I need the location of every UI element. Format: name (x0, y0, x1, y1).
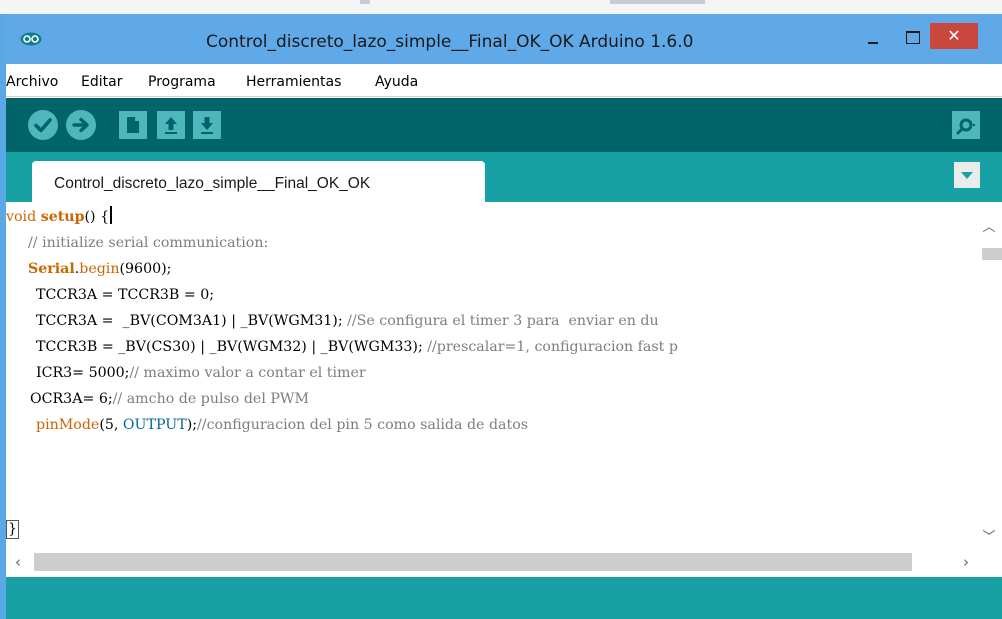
minimize-button[interactable] (860, 26, 886, 52)
save-button[interactable] (193, 110, 221, 140)
cursor-bracket: { (100, 209, 110, 225)
close-icon: ✕ (947, 26, 961, 45)
menu-archivo[interactable]: Archivo (6, 64, 58, 97)
tab-sketch[interactable]: Control_discreto_lazo_simple__Final_OK_O… (32, 161, 485, 202)
keyword-void: void (6, 209, 37, 225)
code-editor[interactable]: void setup() { // initialize serial comm… (6, 202, 1002, 575)
horizontal-scrollbar[interactable]: ‹ › (6, 549, 1002, 575)
window-title: Control_discreto_lazo_simple__Final_OK_O… (206, 32, 694, 52)
close-button[interactable]: ✕ (930, 23, 978, 49)
matched-bracket: } (6, 519, 20, 539)
scroll-left-icon[interactable]: ‹ (10, 553, 26, 571)
desktop-background (0, 0, 1002, 14)
scroll-up-icon[interactable]: ︿ (981, 220, 997, 236)
right-arrow-icon (66, 110, 96, 140)
code-line-9: pinMode(5, OUTPUT);//configuracion del p… (36, 417, 529, 433)
upload-button[interactable] (66, 110, 96, 140)
code-line-7: ICR3= 5000;// maximo valor a contar el t… (36, 365, 366, 381)
tab-bar: Control_discreto_lazo_simple__Final_OK_O… (6, 152, 1002, 202)
verify-button[interactable] (28, 110, 58, 140)
code-line-4: TCCR3A = TCCR3B = 0; (36, 287, 215, 303)
new-document-icon (119, 111, 147, 139)
scroll-right-icon[interactable]: › (958, 553, 974, 571)
title-bar[interactable]: Control_discreto_lazo_simple__Final_OK_O… (6, 14, 1002, 64)
code-line-2: // initialize serial communication: (28, 235, 269, 251)
menu-editar[interactable]: Editar (81, 64, 122, 97)
up-arrow-icon (157, 111, 185, 139)
toolbar (6, 98, 1002, 152)
menu-herramientas[interactable]: Herramientas (246, 64, 341, 97)
vertical-scroll-thumb[interactable] (982, 248, 1002, 260)
maximize-button[interactable] (900, 26, 926, 52)
text-cursor (110, 206, 113, 224)
code-line-1: void setup() { (6, 204, 113, 230)
down-arrow-icon (193, 111, 221, 139)
code-line-3: Serial.begin(9600); (28, 261, 172, 277)
open-button[interactable] (157, 110, 185, 140)
new-button[interactable] (119, 110, 147, 140)
menu-ayuda[interactable]: Ayuda (375, 64, 418, 97)
menu-bar: Archivo Editar Programa Herramientas Ayu… (6, 64, 1002, 97)
scroll-down-icon[interactable]: ﹀ (981, 530, 997, 546)
checkmark-icon (28, 110, 58, 140)
serial-monitor-button[interactable] (952, 110, 980, 140)
vertical-scrollbar[interactable]: ︿ ﹀ (976, 202, 1002, 549)
menu-programa[interactable]: Programa (148, 64, 216, 97)
horizontal-scroll-thumb[interactable] (34, 553, 912, 571)
tab-menu-dropdown[interactable] (954, 162, 980, 188)
arduino-logo-icon (20, 32, 42, 46)
arduino-ide-window: Control_discreto_lazo_simple__Final_OK_O… (6, 14, 1002, 619)
status-console-area (6, 577, 1002, 619)
magnifier-icon (952, 111, 980, 139)
code-line-12: } (6, 516, 20, 542)
code-line-6: TCCR3B = _BV(CS30) | _BV(WGM32) | _BV(WG… (36, 339, 678, 355)
code-line-8: OCR3A= 6;// amcho de pulso del PWM (30, 391, 310, 407)
tab-label: Control_discreto_lazo_simple__Final_OK_O… (54, 175, 371, 192)
code-line-5: TCCR3A = _BV(COM3A1) | _BV(WGM31); //Se … (36, 313, 659, 329)
code-area[interactable]: void setup() { // initialize serial comm… (6, 204, 976, 555)
keyword-setup: setup (40, 209, 85, 225)
